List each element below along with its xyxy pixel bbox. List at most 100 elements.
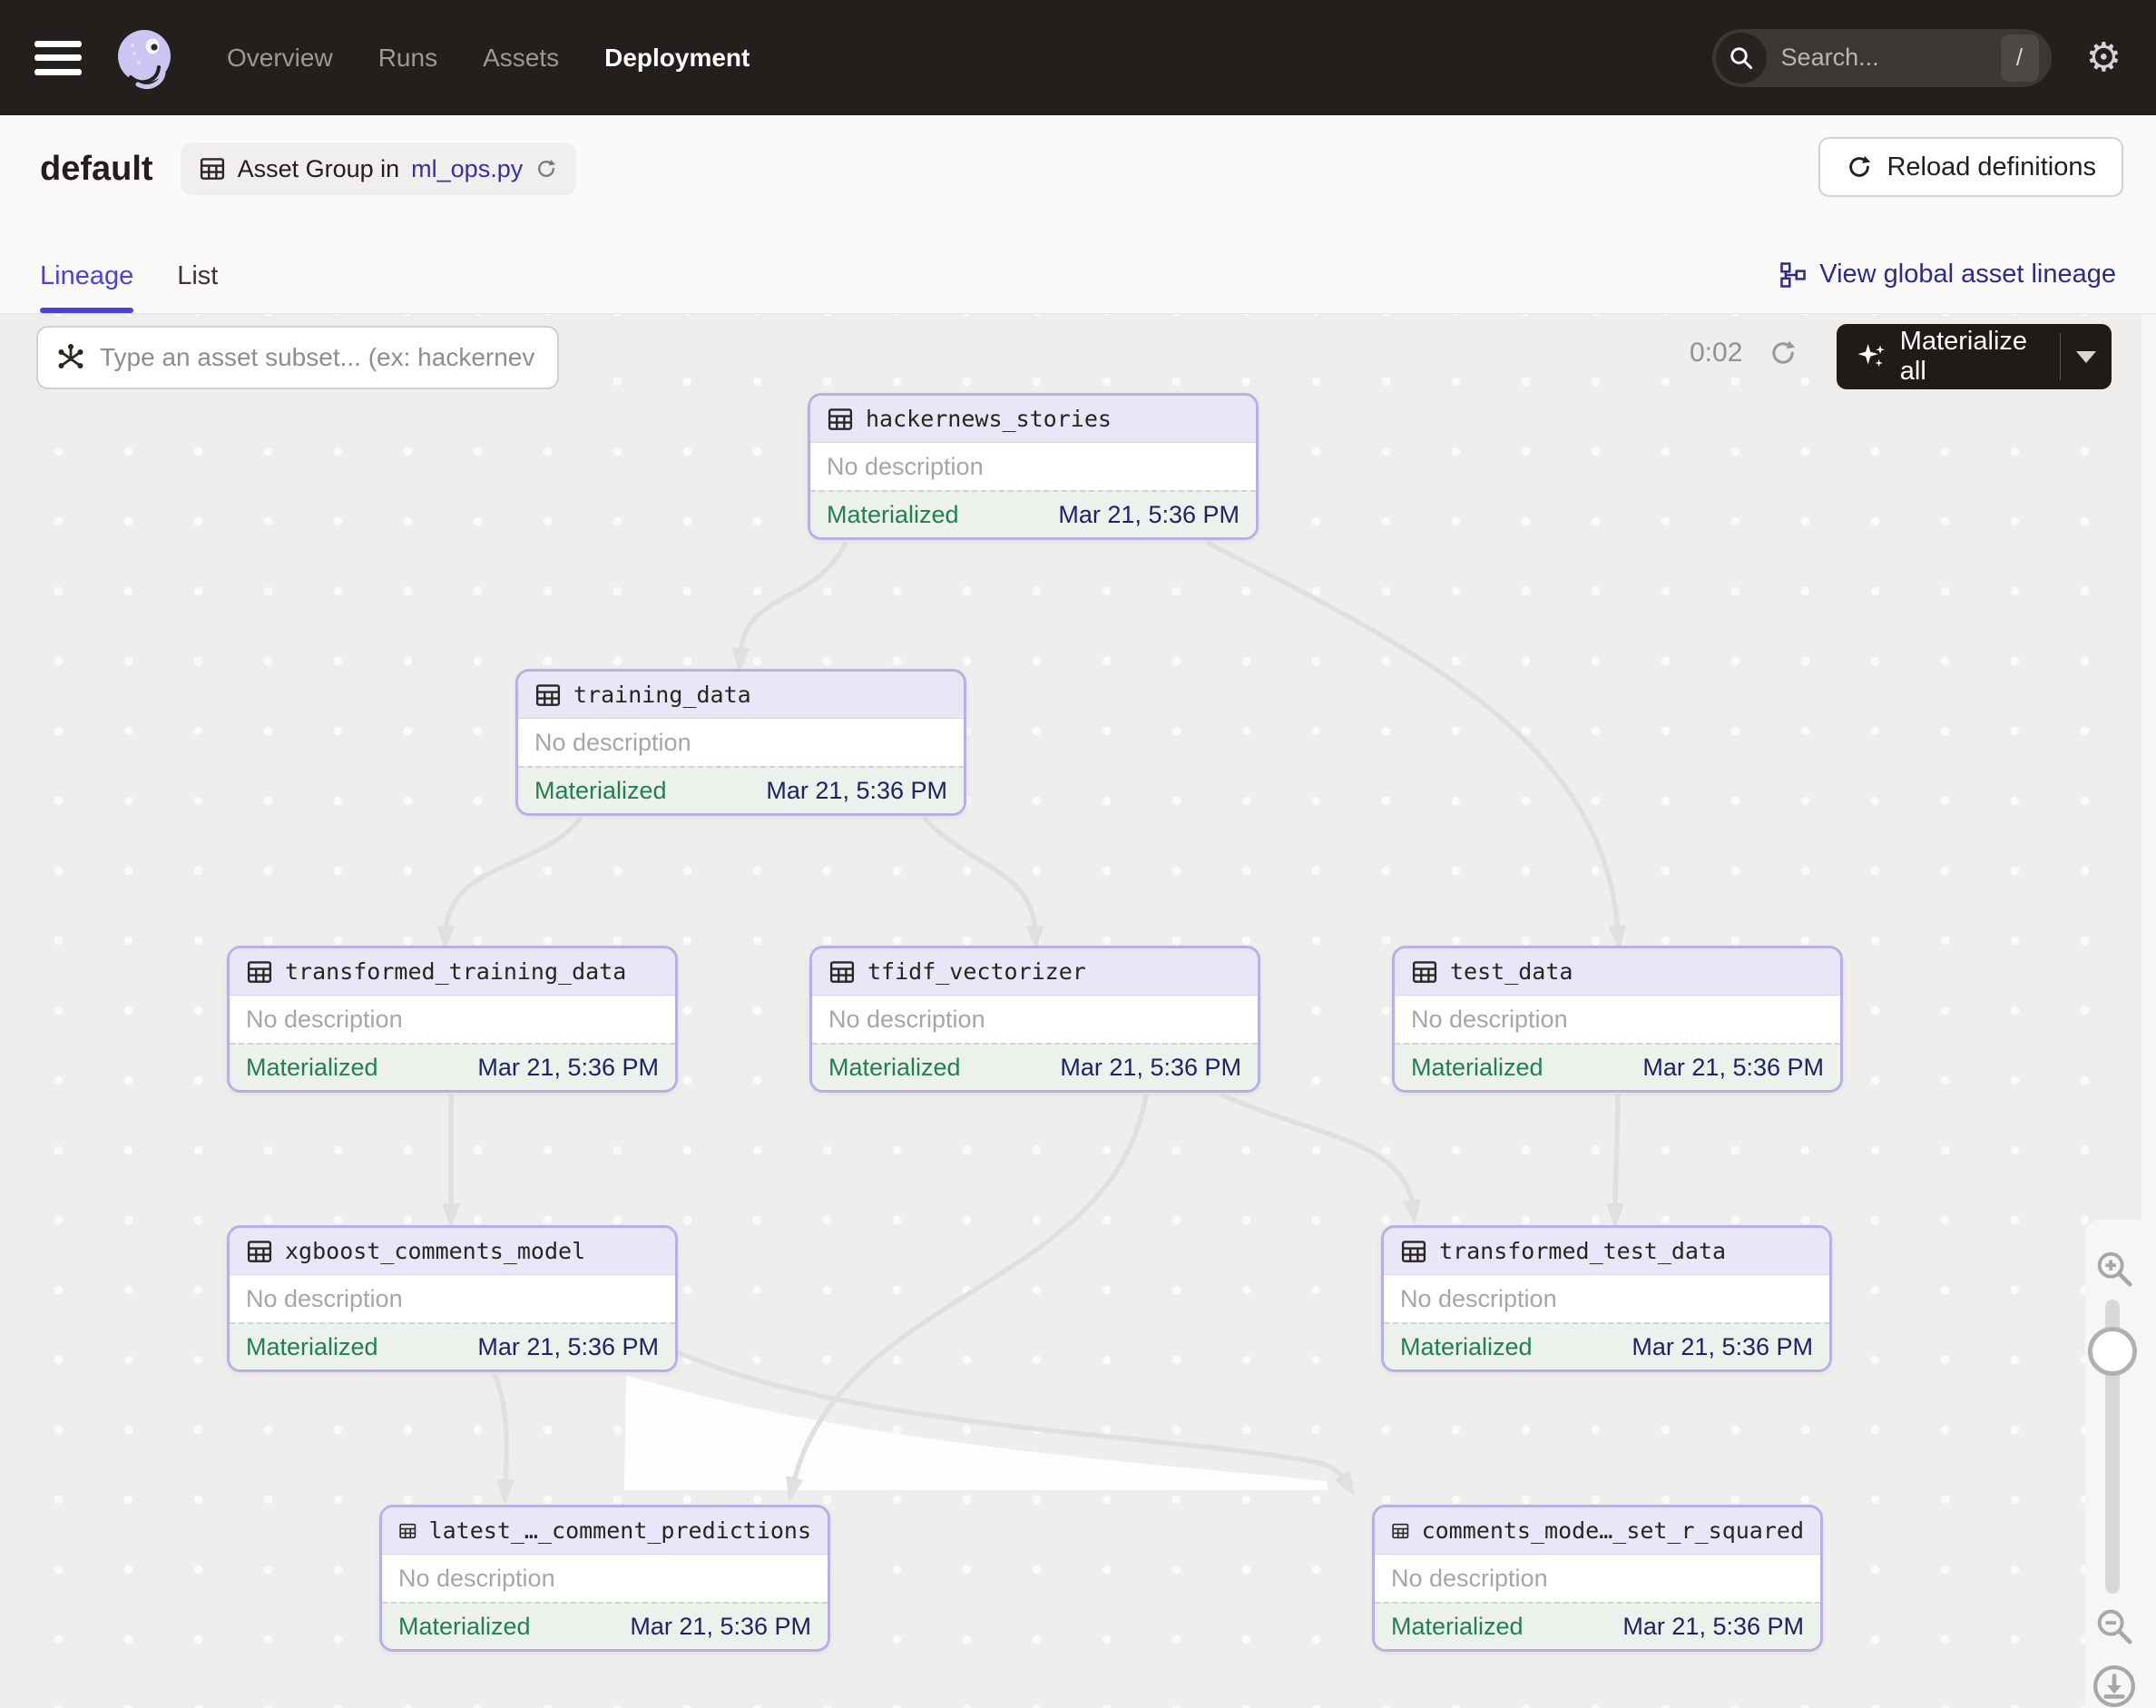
asset-node-comments_model_test_set_r_squared[interactable]: comments_mode…_set_r_squared No descript… [1372,1505,1823,1652]
asset-name: latest_…_comment_predictions [429,1517,811,1544]
asset-description: No description [810,443,1256,490]
asset-lineage-canvas[interactable]: hackernews_stories No description Materi… [0,314,2156,1708]
table-icon [534,682,562,709]
edge-xgboost_comments_model-to-latest_comment_predictions [495,1374,506,1487]
asset-description: No description [518,719,964,766]
materialization-timestamp: Mar 21, 5:36 PM [630,1613,811,1641]
table-icon [1391,1517,1410,1545]
page-title: default [40,150,153,189]
menu-icon[interactable] [34,41,82,75]
asset-name: hackernews_stories [866,406,1112,432]
asset-graph-filter-icon [54,341,87,374]
asset-node-header: comments_mode…_set_r_squared [1375,1507,1820,1555]
asset-node-header: hackernews_stories [810,396,1256,443]
tab-list[interactable]: List [177,261,218,313]
asset-node-header: xgboost_comments_model [230,1228,675,1275]
view-global-lineage-label: View global asset lineage [1819,260,2116,290]
asset-status-row: Materialized Mar 21, 5:36 PM [518,766,964,813]
nav-item-assets[interactable]: Assets [483,44,559,73]
refresh-icon[interactable] [534,157,558,181]
zoom-in-button[interactable] [2091,1245,2138,1292]
badge-file-link[interactable]: ml_ops.py [411,155,523,183]
edge-highlight-wedge [624,1375,1328,1490]
status-badge: Materialized [1411,1054,1544,1082]
materialize-options-dropdown[interactable] [2061,351,2112,363]
table-icon [398,1517,417,1545]
asset-name: transformed_test_data [1439,1238,1726,1264]
asset-node-header: latest_…_comment_predictions [382,1507,828,1555]
asset-node-transformed_training_data[interactable]: transformed_training_data No description… [227,946,678,1093]
asset-status-row: Materialized Mar 21, 5:36 PM [230,1043,675,1090]
materialization-timestamp: Mar 21, 5:36 PM [477,1333,659,1361]
tabs: Lineage List [40,261,218,313]
view-global-lineage-link[interactable]: View global asset lineage [1779,260,2116,290]
materialize-all-button[interactable]: Materialize all [1837,324,2112,389]
asset-group-badge: Asset Group in ml_ops.py [181,142,577,195]
scrollbar-track[interactable] [2141,314,2156,1708]
nav-item-deployment[interactable]: Deployment [604,44,750,73]
dagster-logo[interactable] [113,26,176,90]
asset-description: No description [230,1275,675,1322]
filter-placeholder: Type an asset subset... (ex: hackernev [100,343,534,372]
asset-description: No description [230,996,675,1043]
table-icon [828,958,856,986]
materialization-timestamp: Mar 21, 5:36 PM [766,777,947,805]
table-icon [1411,958,1438,986]
edge-hackernews_stories-to-test_data [1207,543,1618,933]
reload-definitions-label: Reload definitions [1886,152,2096,182]
lineage-graph-icon [1779,261,1807,289]
asset-node-latest_comment_predictions[interactable]: latest_…_comment_predictions No descript… [379,1505,830,1652]
table-icon [246,1238,273,1265]
asset-name: comments_mode…_set_r_squared [1422,1517,1804,1544]
asset-node-header: training_data [518,672,964,719]
materialization-timestamp: Mar 21, 5:36 PM [1058,501,1240,529]
status-badge: Materialized [246,1054,378,1082]
asset-node-test_data[interactable]: test_data No description Materialized Ma… [1392,946,1843,1093]
refresh-icon [1846,153,1873,181]
materialization-timestamp: Mar 21, 5:36 PM [1642,1054,1824,1082]
settings-gear-icon[interactable]: ⚙ [2086,38,2122,78]
badge-prefix: Asset Group in [238,155,400,183]
asset-status-row: Materialized Mar 21, 5:36 PM [230,1322,675,1369]
status-badge: Materialized [828,1054,961,1082]
asset-node-header: transformed_training_data [230,948,675,996]
asset-node-training_data[interactable]: training_data No description Materialize… [515,669,966,816]
edge-test_data-to-transformed_test_data [1615,1094,1618,1211]
materialize-all-label: Materialize all [1900,327,2060,387]
nav-links: Overview Runs Assets Deployment [227,44,750,73]
nav-item-runs[interactable]: Runs [378,44,437,73]
asset-status-row: Materialized Mar 21, 5:36 PM [812,1043,1258,1090]
search-input[interactable]: Search... / [1712,29,2052,87]
zoom-out-button[interactable] [2091,1603,2138,1650]
asset-node-tfidf_vectorizer[interactable]: tfidf_vectorizer No description Material… [809,946,1260,1093]
status-badge: Materialized [398,1613,531,1641]
download-image-button[interactable] [2091,1663,2138,1708]
tab-lineage[interactable]: Lineage [40,261,133,313]
asset-node-header: transformed_test_data [1384,1228,1829,1275]
nav-item-overview[interactable]: Overview [227,44,333,73]
asset-node-hackernews_stories[interactable]: hackernews_stories No description Materi… [808,393,1259,540]
status-badge: Materialized [827,501,959,529]
asset-node-transformed_test_data[interactable]: transformed_test_data No description Mat… [1381,1225,1832,1372]
asset-status-row: Materialized Mar 21, 5:36 PM [810,490,1256,537]
edge-tfidf_vectorizer-to-transformed_test_data [1220,1094,1413,1207]
status-badge: Materialized [1391,1613,1524,1641]
asset-description: No description [812,996,1258,1043]
materialization-timestamp: Mar 21, 5:36 PM [1060,1054,1241,1082]
table-icon [199,155,226,182]
materialization-timestamp: Mar 21, 5:36 PM [1632,1333,1813,1361]
asset-description: No description [1375,1555,1820,1602]
edge-training_data-to-tfidf_vectorizer [924,818,1035,933]
chevron-down-icon [2076,351,2096,363]
graph-refresh-icon[interactable] [1768,338,1798,368]
status-badge: Materialized [534,777,667,805]
asset-node-xgboost_comments_model[interactable]: xgboost_comments_model No description Ma… [227,1225,678,1372]
reload-definitions-button[interactable]: Reload definitions [1818,137,2123,197]
table-icon [827,406,854,433]
asset-description: No description [382,1555,828,1602]
sparkle-icon [1857,341,1887,372]
asset-name: transformed_training_data [285,958,626,985]
asset-status-row: Materialized Mar 21, 5:36 PM [1384,1322,1829,1369]
asset-subset-filter-input[interactable]: Type an asset subset... (ex: hackernev [36,326,559,389]
zoom-slider-knob[interactable] [2088,1327,2137,1376]
